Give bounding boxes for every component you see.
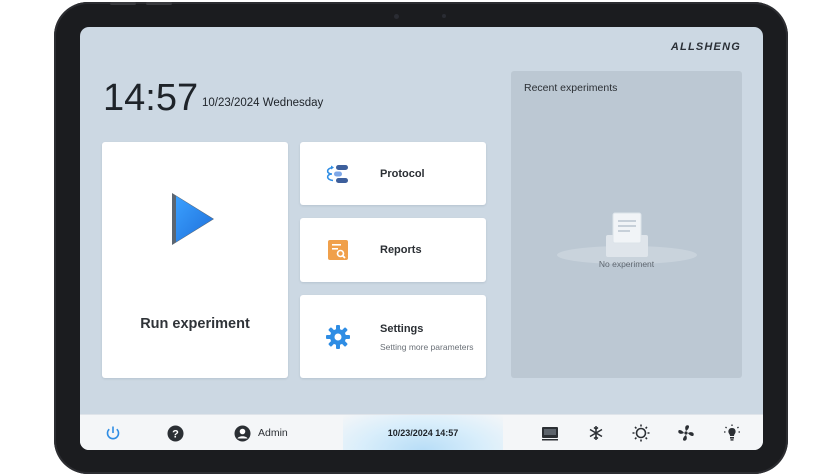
hardware-button	[146, 2, 172, 5]
clock-time: 14:57	[103, 77, 199, 119]
empty-box-icon	[557, 212, 697, 264]
user-name[interactable]: Admin	[258, 427, 288, 439]
protocol-icon	[324, 160, 352, 188]
snowflake-icon[interactable]	[587, 424, 605, 442]
settings-label: Settings	[380, 323, 424, 335]
screen-icon[interactable]	[541, 424, 559, 442]
hardware-button	[110, 2, 136, 5]
gear-icon	[324, 323, 352, 351]
play-icon	[172, 193, 214, 245]
bulb-icon[interactable]	[723, 424, 741, 442]
help-icon[interactable]: ?	[166, 424, 184, 442]
screen: ALLSHENG 14:57 10/23/2024 Wednesday Run …	[80, 27, 763, 450]
protocol-label: Protocol	[380, 168, 425, 180]
empty-state-text: No experiment	[598, 259, 655, 269]
user-icon[interactable]	[233, 424, 251, 442]
reports-card[interactable]: Reports	[300, 218, 486, 282]
sensor	[442, 14, 446, 18]
status-datetime: 10/23/2024 14:57	[387, 428, 459, 438]
run-experiment-card[interactable]: Run experiment	[102, 142, 288, 378]
settings-subtitle: Setting more parameters	[380, 342, 474, 352]
bottom-bar: ? Admin 10/23/2024 14:57	[80, 414, 763, 450]
fan-icon[interactable]	[677, 424, 695, 442]
recent-experiments-panel: Recent experiments No experiment	[511, 71, 742, 378]
run-experiment-label: Run experiment	[140, 316, 250, 332]
recent-experiments-title: Recent experiments	[524, 82, 618, 94]
brightness-icon[interactable]	[632, 424, 650, 442]
settings-card[interactable]: Settings Setting more parameters	[300, 295, 486, 378]
svg-text:?: ?	[172, 428, 179, 440]
brand-logo: ALLSHENG	[670, 41, 741, 53]
report-icon	[324, 236, 352, 264]
reports-label: Reports	[380, 244, 422, 256]
front-camera	[394, 14, 399, 19]
clock-date: 10/23/2024 Wednesday	[202, 97, 324, 109]
power-icon[interactable]	[104, 424, 122, 442]
protocol-card[interactable]: Protocol	[300, 142, 486, 205]
